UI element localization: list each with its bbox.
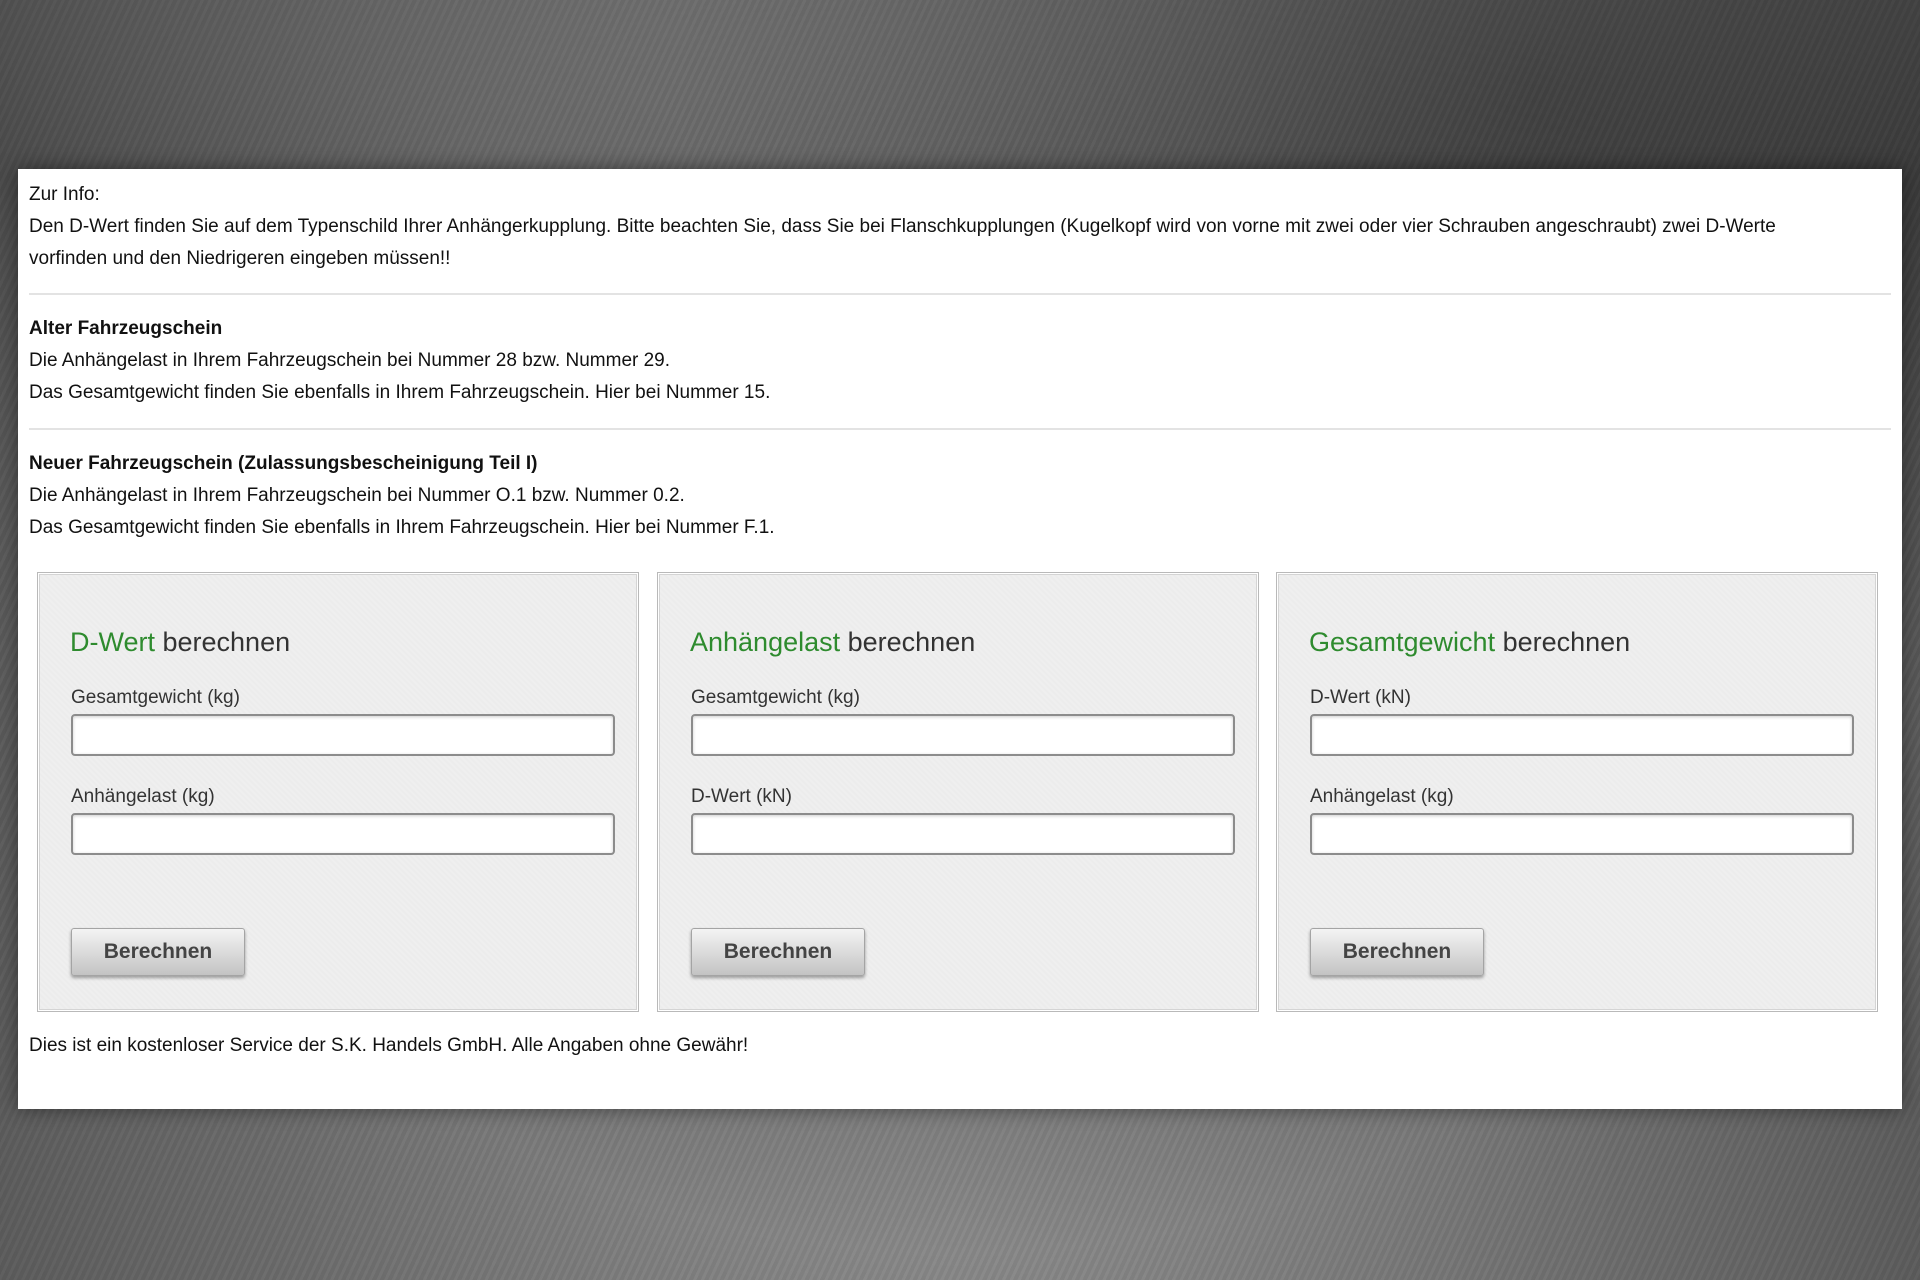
- panel-title-rest: berechnen: [1495, 627, 1631, 657]
- info-text-line-1: Den D-Wert finden Sie auf dem Typenschil…: [29, 216, 1776, 237]
- anhaengelast-input[interactable]: [1310, 813, 1854, 855]
- field-label: Anhängelast (kg): [71, 786, 215, 807]
- info-content: Zur Info: Den D-Wert finden Sie auf dem …: [29, 169, 1891, 544]
- neuer-heading: Neuer Fahrzeugschein (Zulassungsbeschein…: [29, 453, 538, 474]
- d-wert-input[interactable]: [1310, 714, 1854, 756]
- berechnen-button[interactable]: Berechnen: [1310, 928, 1484, 976]
- anhaengelast-calculator-panel: Anhängelast berechnen Gesamtgewicht (kg)…: [657, 572, 1259, 1012]
- berechnen-button[interactable]: Berechnen: [71, 928, 245, 976]
- neuer-fahrzeugschein-section: Neuer Fahrzeugschein (Zulassungsbeschein…: [29, 448, 1891, 544]
- field-label: D-Wert (kN): [691, 786, 792, 807]
- panel-title: Gesamtgewicht berechnen: [1309, 627, 1630, 658]
- panel-title: D-Wert berechnen: [70, 627, 290, 658]
- panel-title-highlight: D-Wert: [70, 627, 155, 657]
- neuer-text-line-1: Die Anhängelast in Ihrem Fahrzeugschein …: [29, 485, 685, 506]
- gesamtgewicht-input[interactable]: [691, 714, 1235, 756]
- anhaengelast-input[interactable]: [71, 813, 615, 855]
- panel-title-rest: berechnen: [840, 627, 976, 657]
- calculator-panels: D-Wert berechnen Gesamtgewicht (kg) Anhä…: [37, 572, 1882, 1012]
- info-section: Zur Info: Den D-Wert finden Sie auf dem …: [29, 169, 1891, 275]
- berechnen-button[interactable]: Berechnen: [691, 928, 865, 976]
- d-wert-calculator-panel: D-Wert berechnen Gesamtgewicht (kg) Anhä…: [37, 572, 639, 1012]
- gesamtgewicht-calculator-panel: Gesamtgewicht berechnen D-Wert (kN) Anhä…: [1276, 572, 1878, 1012]
- panel-title-rest: berechnen: [155, 627, 291, 657]
- field-label: Anhängelast (kg): [1310, 786, 1454, 807]
- gesamtgewicht-input[interactable]: [71, 714, 615, 756]
- calculator-card: Zur Info: Den D-Wert finden Sie auf dem …: [18, 169, 1902, 1109]
- alter-heading: Alter Fahrzeugschein: [29, 318, 223, 339]
- panel-title-highlight: Gesamtgewicht: [1309, 627, 1496, 657]
- field-label: Gesamtgewicht (kg): [691, 687, 860, 708]
- alter-fahrzeugschein-section: Alter Fahrzeugschein Die Anhängelast in …: [29, 313, 1891, 409]
- alter-text-line-2: Das Gesamtgewicht finden Sie ebenfalls i…: [29, 382, 771, 403]
- info-heading: Zur Info:: [29, 184, 100, 205]
- panel-title-highlight: Anhängelast: [690, 627, 841, 657]
- d-wert-input[interactable]: [691, 813, 1235, 855]
- info-text-line-2: vorfinden und den Niedrigeren eingeben m…: [29, 248, 451, 269]
- panel-title: Anhängelast berechnen: [690, 627, 975, 658]
- field-label: Gesamtgewicht (kg): [71, 687, 240, 708]
- footer-disclaimer: Dies ist ein kostenloser Service der S.K…: [29, 1035, 749, 1056]
- neuer-text-line-2: Das Gesamtgewicht finden Sie ebenfalls i…: [29, 517, 775, 538]
- alter-text-line-1: Die Anhängelast in Ihrem Fahrzeugschein …: [29, 350, 671, 371]
- field-label: D-Wert (kN): [1310, 687, 1411, 708]
